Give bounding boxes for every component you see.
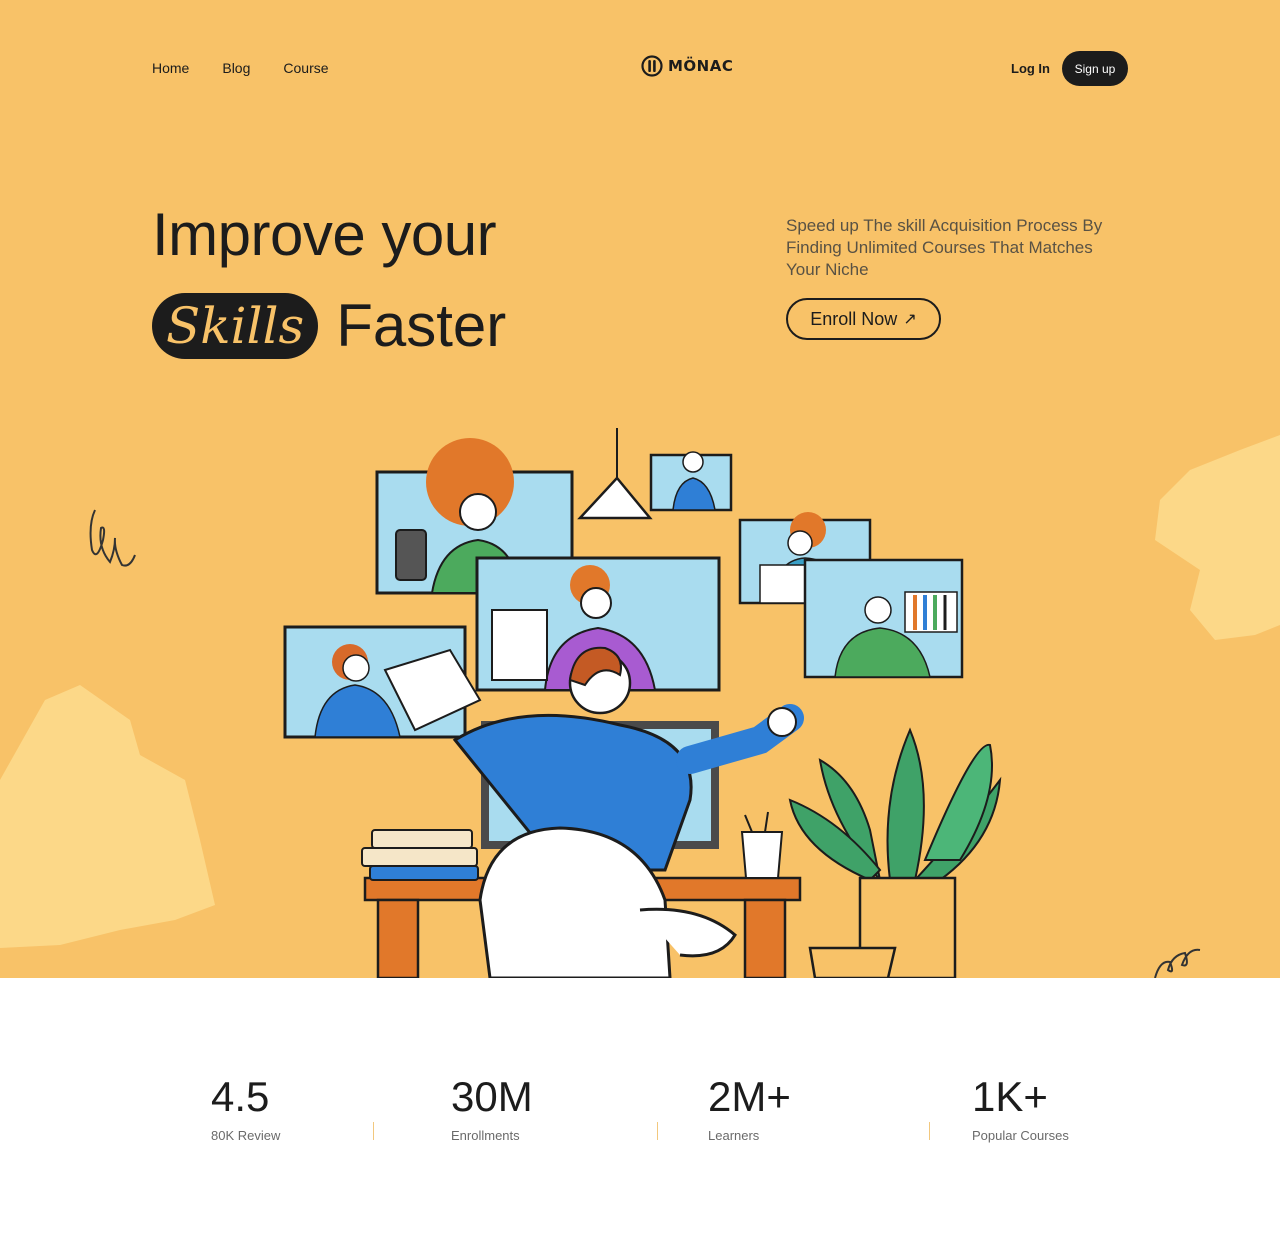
headline-faster: Faster: [336, 292, 507, 359]
stat-label: Enrollments: [451, 1128, 520, 1143]
desk-leg-left: [376, 898, 420, 978]
signup-button[interactable]: Sign up: [1062, 51, 1128, 86]
main-nav: Home Blog Course: [152, 60, 329, 76]
stat-reviews: 4.5 80K Review: [211, 1073, 281, 1144]
auth-actions: Log In Sign up: [1011, 51, 1128, 86]
stat-divider: [657, 1122, 658, 1140]
book-stack: [361, 829, 479, 881]
stat-divider: [373, 1122, 374, 1140]
stat-popular-courses: 1K+ Popular Courses: [972, 1073, 1069, 1144]
headline-line-1: Improve your: [152, 201, 497, 268]
hero-subtitle: Speed up The skill Acquisition Process B…: [786, 216, 1103, 279]
enroll-now-button[interactable]: Enroll Now ↗: [786, 298, 941, 340]
stat-value: 1K+: [972, 1073, 1048, 1120]
video-panel-bookshelf-man: [803, 558, 964, 679]
stat-learners: 2M+ Learners: [708, 1073, 791, 1144]
stat-divider: [929, 1122, 930, 1140]
scribble-left: [89, 509, 136, 567]
nav-blog-link[interactable]: Blog: [222, 60, 250, 76]
online-learning-illustration: [0, 428, 1280, 978]
stat-value: 2M+: [708, 1073, 791, 1120]
decorative-blob-right: [1155, 435, 1280, 640]
lamp-icon: [577, 476, 653, 520]
stat-value: 30M: [451, 1073, 533, 1120]
video-panel-small-man: [649, 451, 733, 512]
nav-home-link[interactable]: Home: [152, 60, 189, 76]
stat-label: 80K Review: [211, 1128, 281, 1143]
logo-icon: [641, 55, 663, 77]
stats-section: 4.5 80K Review 30M Enrollments 2M+ Learn…: [0, 978, 1280, 1254]
skills-highlight-text: Skills: [166, 296, 305, 355]
pen-cup: [740, 831, 784, 879]
headline-line-2: Skills Faster: [152, 291, 506, 360]
brand-logo[interactable]: MÖNAC: [641, 55, 733, 77]
potted-plant: [788, 727, 1002, 978]
stat-label: Popular Courses: [972, 1128, 1069, 1143]
video-panel-left-woman: [283, 625, 482, 739]
stat-value: 4.5: [211, 1073, 270, 1120]
nav-course-link[interactable]: Course: [283, 60, 328, 76]
decorative-blob-left: [0, 685, 215, 948]
skills-highlight-pill: Skills: [152, 292, 319, 359]
login-link[interactable]: Log In: [1011, 61, 1050, 76]
hero-section: Home Blog Course MÖNAC Log In Sign up Im…: [0, 0, 1280, 978]
stat-label: Learners: [708, 1128, 760, 1143]
logo-text: MÖNAC: [668, 57, 734, 75]
desk-leg-right: [743, 898, 787, 978]
arrow-up-right-icon: ↗: [903, 311, 917, 328]
stat-enrollments: 30M Enrollments: [451, 1073, 533, 1144]
scribble-right: [1154, 948, 1201, 978]
enroll-now-label: Enroll Now: [810, 308, 898, 329]
